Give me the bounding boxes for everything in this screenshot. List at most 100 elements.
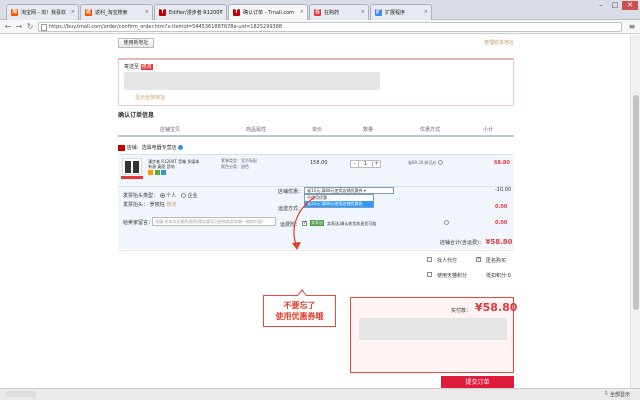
- order-section-title: 确认订单信息: [118, 112, 155, 119]
- tab-label: 在购药: [324, 10, 340, 16]
- invoice-edit-link[interactable]: 修改: [166, 202, 176, 208]
- close-window-button[interactable]: ✕: [622, 1, 638, 10]
- tab-edifier[interactable]: T Edifier/漫步者 R1200T ×: [154, 4, 227, 20]
- tmall-favicon-icon: T: [159, 9, 166, 16]
- tab-zaigou[interactable]: 在 在购药 ×: [309, 4, 369, 20]
- address-detail-redacted: [124, 72, 380, 90]
- quantity-input[interactable]: 1: [359, 160, 372, 168]
- tab-label: Edifier/漫步者 R1200T: [169, 10, 223, 16]
- return-icon: [161, 170, 167, 175]
- anonymous-checkbox[interactable]: [476, 256, 481, 262]
- shop-total-row: 店铺合计(含运费)： ¥58.80: [440, 238, 513, 246]
- order-columns-header: 店铺宝贝 商品属性 单价 数量 优惠方式 小计: [118, 125, 514, 134]
- quantity-decrease-button[interactable]: -: [350, 160, 359, 168]
- browser-tab-bar: 淘 淘宝网 - 淘！我喜欢 × 返 返利_淘宝搜索 × T Edifier/漫步…: [0, 0, 640, 20]
- col-header: 小计: [483, 127, 494, 133]
- col-header: 优惠方式: [420, 127, 441, 133]
- page-scrollbar[interactable]: [630, 35, 640, 388]
- back-arrow-icon[interactable]: ←: [3, 22, 13, 32]
- promo-badge: [121, 176, 143, 179]
- browser-toolbar: ← → ↻ https://buy.tmall.com/order/confir…: [0, 20, 640, 34]
- status-bar: ⇩ 全部显示: [0, 388, 640, 400]
- tab-label: 确认订单 - Tmall.com: [243, 10, 295, 16]
- manage-address-link[interactable]: 管理收货地址: [484, 39, 514, 46]
- tmall-points-label: 使用天猫积分: [437, 273, 468, 279]
- close-tab-icon[interactable]: ×: [424, 9, 428, 15]
- col-header: 数量: [363, 127, 374, 133]
- product-attr-color: 颜色分类：甜色: [221, 164, 249, 169]
- invoice-company-radio[interactable]: [181, 193, 186, 198]
- product-thumbnail[interactable]: [122, 158, 142, 175]
- forward-arrow-icon[interactable]: →: [14, 22, 24, 32]
- tab-confirm-order[interactable]: T 确认订单 - Tmall.com ×: [228, 4, 308, 20]
- tab-label: 扩展程序: [385, 10, 406, 16]
- maximize-button[interactable]: □: [608, 1, 622, 10]
- verified-icon: [154, 170, 160, 175]
- close-tab-icon[interactable]: ×: [361, 9, 365, 15]
- points-value: 抵扣积分:0: [486, 273, 511, 279]
- shop-label[interactable]: 店铺：选属电器专营店: [127, 145, 177, 151]
- shop-row: 店铺：选属电器专营店: [118, 144, 184, 151]
- address-label: 寄送至 修改 ⓘ: [124, 64, 160, 70]
- page-icon: [41, 24, 47, 31]
- delivery-address-redacted: [359, 318, 507, 340]
- tmall-points-checkbox[interactable]: [427, 272, 432, 277]
- guarantee-icon: [148, 170, 153, 175]
- insurance-value: 0.00: [495, 220, 508, 226]
- tab-label: 淘宝网 - 淘！我喜欢: [21, 10, 66, 16]
- agent-pay-checkbox[interactable]: [427, 257, 432, 262]
- chat-icon[interactable]: [178, 145, 184, 150]
- order-item-row: 漫步者 R1200T 音箱 多媒体 有源 桌面 音响 套餐类型：官方标配 颜色分…: [118, 154, 514, 187]
- shop-total-value: ¥58.80: [485, 238, 513, 246]
- tab-extensions[interactable]: 扩 扩展程序 ×: [370, 4, 432, 20]
- scroll-thumb[interactable]: [633, 95, 639, 310]
- shipping-value: 0.00: [495, 204, 508, 210]
- shop-coupon-value: -10.00: [495, 187, 512, 193]
- taobao-favicon-icon: 淘: [11, 9, 18, 16]
- selected-address-card[interactable]: 寄送至 修改 ⓘ 显示全部地址: [118, 58, 514, 106]
- use-new-address-button[interactable]: 使用新地址: [118, 38, 154, 48]
- item-subtotal: 68.80: [494, 160, 510, 166]
- minimize-button[interactable]: –: [594, 1, 608, 10]
- tab-fanli[interactable]: 返 返利_淘宝搜索 ×: [80, 4, 153, 20]
- callout-arrow-icon: [292, 196, 316, 250]
- address-tag: 修改: [140, 64, 153, 70]
- shop-coupon-select[interactable]: 省10元:满88元使用店铺优惠券 ▾: [304, 187, 394, 194]
- product-title[interactable]: 漫步者 R1200T 音箱 多媒体 有源 桌面 音响: [148, 159, 202, 169]
- url-text: https://buy.tmall.com/order/confirm_orde…: [49, 24, 283, 30]
- anonymous-label: 匿名购买: [486, 258, 507, 264]
- close-tab-icon[interactable]: ×: [145, 9, 149, 15]
- pay-amount: ¥58.80: [475, 301, 518, 314]
- close-tab-icon[interactable]: ×: [300, 9, 304, 15]
- reload-icon[interactable]: ↻: [25, 22, 35, 32]
- invoice-personal-radio[interactable]: [159, 193, 165, 198]
- puzzle-icon: 扩: [375, 9, 382, 16]
- invoice-title: 发票抬头： 罗晓钰 修改: [123, 202, 177, 208]
- download-item[interactable]: [6, 391, 36, 397]
- info-icon[interactable]: [438, 160, 443, 165]
- divider: [118, 135, 514, 137]
- menu-icon[interactable]: ≡: [628, 23, 636, 31]
- agent-pay-label: 找人代付: [437, 258, 458, 264]
- col-header: 商品属性: [246, 127, 267, 133]
- site-favicon-icon: 在: [314, 9, 321, 16]
- message-label: 给卖家留言：: [123, 220, 154, 226]
- payment-summary: 实付款： ¥58.80: [350, 297, 518, 373]
- help-icon[interactable]: [444, 220, 449, 225]
- download-icon[interactable]: ⇩: [604, 390, 609, 397]
- address-bar[interactable]: https://buy.tmall.com/order/confirm_orde…: [38, 22, 622, 32]
- show-all-downloads[interactable]: 全部显示: [610, 391, 630, 398]
- close-tab-icon[interactable]: ×: [219, 9, 223, 15]
- message-input[interactable]: 选填:对本次交易的说明(建议填写已经和卖家协商一致的内容): [152, 217, 276, 226]
- show-all-address-link[interactable]: 显示全部地址: [135, 94, 165, 101]
- page-content: 使用新地址 管理收货地址 寄送至 修改 ⓘ 显示全部地址 确认订单信息 店铺宝贝…: [0, 35, 630, 388]
- tmall-favicon-icon: T: [233, 9, 240, 16]
- col-header: 店铺宝贝: [160, 127, 181, 133]
- submit-order-button[interactable]: 提交订单: [441, 376, 514, 388]
- tab-taobao[interactable]: 淘 淘宝网 - 淘！我喜欢 ×: [6, 4, 79, 20]
- quantity-increase-button[interactable]: +: [372, 160, 381, 168]
- taobao-favicon-icon: 返: [85, 9, 92, 16]
- col-header: 单价: [312, 127, 323, 133]
- service-icons: [148, 170, 167, 177]
- close-tab-icon[interactable]: ×: [71, 9, 75, 15]
